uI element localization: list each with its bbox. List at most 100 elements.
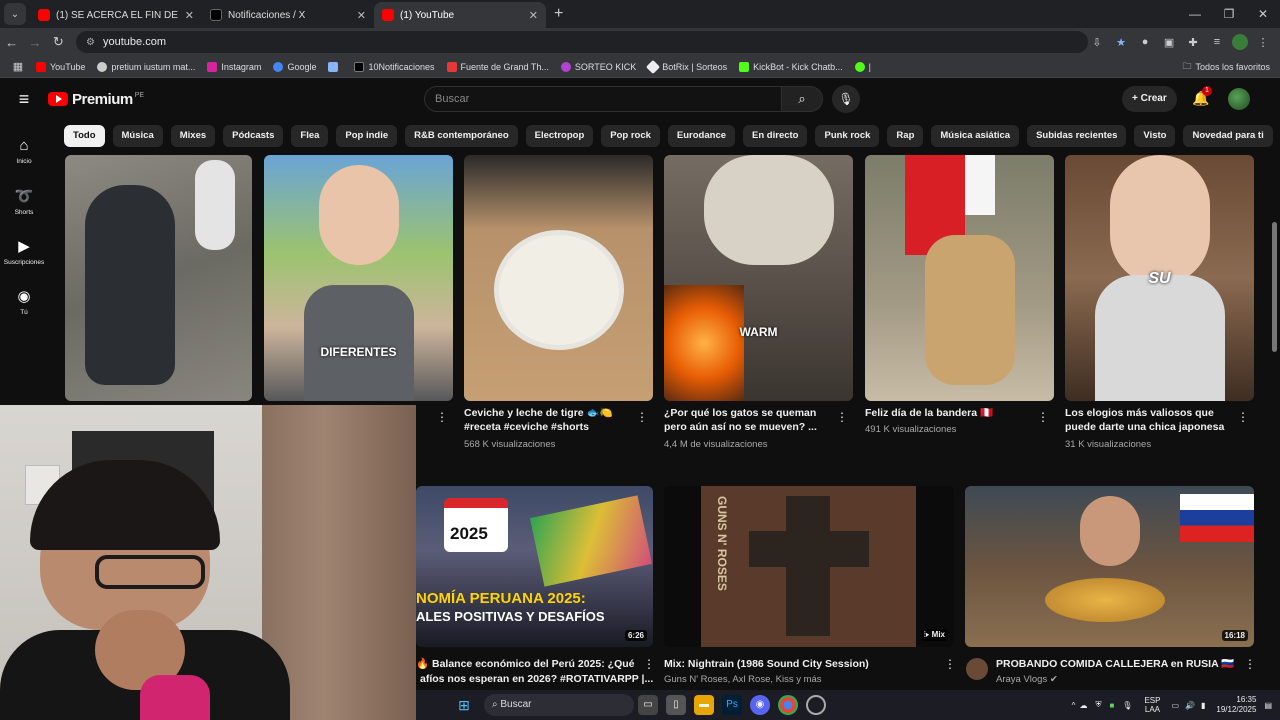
chip[interactable]: Mixes xyxy=(170,125,216,147)
bookmark-item[interactable]: Instagram xyxy=(207,61,261,72)
nav-inicio[interactable]: ⌂ Inicio xyxy=(0,126,48,176)
file-explorer-icon[interactable]: ▬ xyxy=(694,695,714,715)
chip[interactable]: Novedad para ti xyxy=(1183,125,1273,147)
video-thumbnail[interactable]: 2025 NOMÍA PERUANA 2025: ALES POSITIVAS … xyxy=(416,486,653,647)
nav-suscripciones[interactable]: ▶ Suscripciones xyxy=(0,226,48,276)
language-indicator[interactable]: ESP LAA xyxy=(1144,696,1160,714)
extensions-puzzle-icon[interactable]: ✚ xyxy=(1184,36,1202,49)
video-channel[interactable]: Guns N' Roses, Axl Rose, Kiss y más xyxy=(664,674,822,685)
page-scrollbar[interactable] xyxy=(1272,222,1277,352)
restore-icon[interactable]: ❐ xyxy=(1212,0,1246,28)
onedrive-icon[interactable]: ☁ xyxy=(1079,701,1087,710)
bookmark-item[interactable]: KickBot - Kick Chatb... xyxy=(739,61,843,72)
network-icon[interactable]: ▭ xyxy=(1171,701,1179,710)
all-bookmarks[interactable]: 🗀 Todos los favoritos xyxy=(1182,59,1270,75)
app-tray-icon[interactable]: ■ xyxy=(1109,701,1114,710)
chip[interactable]: Todo xyxy=(64,125,105,147)
video-title-line2[interactable]: afíos nos esperan en 2026? #ROTATIVARPP … xyxy=(420,672,653,686)
tab-close-icon[interactable]: ✕ xyxy=(529,9,538,22)
install-icon[interactable]: ⇩ xyxy=(1088,36,1106,49)
account-avatar[interactable] xyxy=(1228,88,1250,110)
bookmark-star-icon[interactable]: ★ xyxy=(1112,36,1130,49)
extension-icon[interactable]: ● xyxy=(1136,36,1154,48)
tab-close-icon[interactable]: ✕ xyxy=(357,9,366,22)
more-options-icon[interactable]: ⋮ xyxy=(643,657,655,671)
windows-start-icon[interactable]: ⊞ xyxy=(454,695,474,715)
video-thumbnail[interactable]: GUNS N' ROSES ⫶▸ Mix xyxy=(664,486,954,647)
browser-tab[interactable]: Notificaciones / X ✕ xyxy=(202,2,374,28)
more-options-icon[interactable]: ⋮ xyxy=(1237,410,1249,424)
short-thumbnail[interactable]: WARM xyxy=(664,155,853,401)
app-icon[interactable]: ▯ xyxy=(666,695,686,715)
chip[interactable]: Flea xyxy=(291,125,329,147)
chip[interactable]: R&B contemporáneo xyxy=(405,125,518,147)
apps-grid-icon[interactable]: ▦ xyxy=(6,60,30,73)
tab-close-icon[interactable]: ✕ xyxy=(185,9,194,22)
chip[interactable]: Música asiática xyxy=(931,125,1020,147)
short-thumbnail[interactable] xyxy=(865,155,1054,401)
more-options-icon[interactable]: ⋮ xyxy=(1244,657,1256,671)
extension-icon[interactable]: ▣ xyxy=(1160,36,1178,49)
search-button[interactable]: ⌕ xyxy=(781,86,823,112)
bookmark-item[interactable]: Google xyxy=(273,61,316,72)
bookmark-item[interactable]: YouTube xyxy=(36,61,85,72)
photoshop-icon[interactable]: Ps xyxy=(722,695,742,715)
short-thumbnail[interactable]: DIFERENTES xyxy=(264,155,453,401)
short-title[interactable]: Los elogios más valiosos que puede darte… xyxy=(1065,406,1230,434)
chip[interactable]: Visto xyxy=(1134,125,1176,147)
nav-tu[interactable]: ◉ Tú xyxy=(0,276,48,326)
menu-kebab-icon[interactable]: ⋮ xyxy=(1254,36,1272,49)
chip[interactable]: Pop rock xyxy=(601,125,660,147)
bookmark-item[interactable]: SORTEO KICK xyxy=(560,61,636,72)
address-bar[interactable]: ⚙ youtube.com xyxy=(76,31,1089,53)
more-options-icon[interactable]: ⋮ xyxy=(1037,410,1049,424)
notifications-button[interactable]: 🔔 1 xyxy=(1192,86,1212,107)
bookmark-item[interactable]: 10Notificaciones xyxy=(354,61,435,72)
chip[interactable]: Pop indie xyxy=(336,125,398,147)
app-icon[interactable] xyxy=(806,695,826,715)
chip[interactable]: En directo xyxy=(743,125,808,147)
bookmark-item[interactable]: BotRix | Sorteos xyxy=(646,59,727,74)
more-options-icon[interactable]: ⋮ xyxy=(636,410,648,424)
microphone-icon[interactable]: 🎙 xyxy=(1122,701,1132,710)
reading-list-icon[interactable]: ≡ xyxy=(1208,36,1226,48)
forward-icon[interactable]: → xyxy=(23,35,46,50)
video-thumbnail[interactable]: 16:18 xyxy=(965,486,1254,647)
more-options-icon[interactable]: ⋮ xyxy=(836,410,848,424)
notification-icon[interactable]: ▤ xyxy=(1264,701,1272,710)
channel-avatar[interactable] xyxy=(966,658,988,680)
bookmark-item[interactable]: Fuente de Grand Th... xyxy=(446,61,549,72)
short-thumbnail[interactable] xyxy=(464,155,653,401)
reload-icon[interactable]: ↻ xyxy=(47,34,70,50)
chip[interactable]: Música xyxy=(112,125,163,147)
hamburger-menu-icon[interactable]: ≡ xyxy=(0,89,48,110)
clock[interactable]: 16:35 19/12/2025 xyxy=(1216,695,1256,715)
chip[interactable]: Eurodance xyxy=(667,125,736,147)
short-thumbnail[interactable] xyxy=(65,155,252,401)
video-title[interactable]: PROBANDO COMIDA CALLEJERA en RUSIA 🇷🇺 xyxy=(996,657,1236,671)
video-title[interactable]: 🔥 Balance económico del Perú 2025: ¿Qué xyxy=(416,657,641,671)
site-info-icon[interactable]: ⚙ xyxy=(86,37,95,48)
chip[interactable]: Subidas recientes xyxy=(1027,125,1127,147)
short-title[interactable]: Feliz día de la bandera 🇵🇪 xyxy=(865,406,1025,420)
new-tab-icon[interactable]: + xyxy=(554,5,563,23)
taskbar-search[interactable]: ⌕ Buscar xyxy=(484,694,634,716)
battery-icon[interactable]: ▮ xyxy=(1201,701,1205,710)
chrome-icon[interactable] xyxy=(778,695,798,715)
tab-search-icon[interactable]: ⌄ xyxy=(4,3,26,25)
short-title[interactable]: Ceviche y leche de tigre 🐟🍋 #receta #cev… xyxy=(464,406,624,434)
chip[interactable]: Pódcasts xyxy=(223,125,284,147)
close-window-icon[interactable]: ✕ xyxy=(1246,0,1280,28)
video-channel[interactable]: Araya Vlogs ✔ xyxy=(996,674,1058,685)
chevron-up-icon[interactable]: ^ xyxy=(1072,701,1076,710)
discord-icon[interactable]: ◉ xyxy=(750,695,770,715)
voice-search-button[interactable]: 🎙 xyxy=(832,85,860,113)
bookmark-item[interactable]: pretium iustum mat... xyxy=(97,61,195,72)
chip[interactable]: Rap xyxy=(887,125,924,147)
bookmark-item[interactable]: | xyxy=(854,61,871,72)
more-options-icon[interactable]: ⋮ xyxy=(944,657,956,671)
browser-tab-active[interactable]: (1) YouTube ✕ xyxy=(374,2,546,28)
task-view-icon[interactable]: ▭ xyxy=(638,695,658,715)
create-button[interactable]: + Crear xyxy=(1122,86,1177,112)
youtube-logo[interactable]: Premium PE xyxy=(48,91,144,108)
